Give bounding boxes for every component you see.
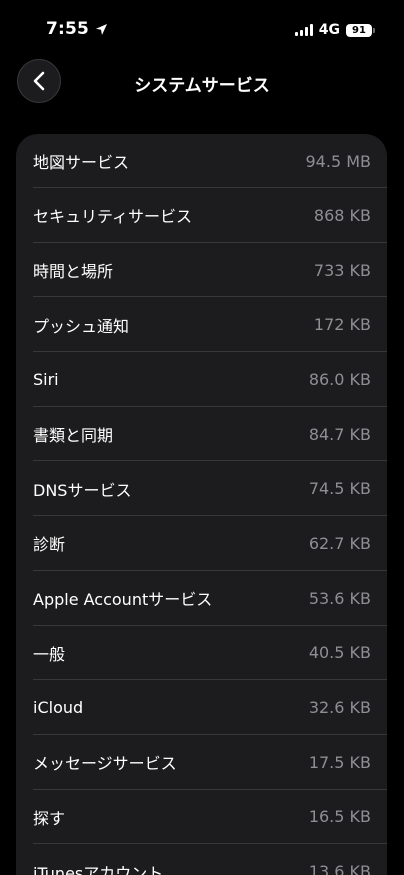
battery-icon: 91 [346,23,375,37]
battery-level: 91 [352,24,366,36]
list-item[interactable]: 地図サービス 94.5 MB [16,134,387,188]
service-name: iTunesアカウント [33,863,164,875]
service-size: 16.5 KB [308,807,371,827]
list-item[interactable]: Apple Accountサービス 53.6 KB [16,571,387,626]
cellular-signal-icon [294,24,313,36]
service-name: プッシュ通知 [33,316,130,336]
service-name: メッセージサービス [33,754,177,774]
service-size: 172 KB [313,315,371,335]
service-name: 診断 [33,535,66,555]
list-item[interactable]: プッシュ通知 172 KB [16,297,387,352]
service-name: 一般 [33,644,66,664]
status-indicators: 4G 91 [294,22,375,38]
service-list: 地図サービス 94.5 MB セキュリティサービス 868 KB 時間と場所 733 KB… [16,134,387,875]
service-size: 94.5 MB [305,151,372,171]
list-item[interactable]: DNSサービス 74.5 KB [16,461,387,516]
service-size: 868 KB [313,205,371,225]
network-type: 4G [318,22,340,38]
list-item[interactable]: 探す 16.5 KB [16,790,387,845]
status-time: 7:55 [46,19,90,39]
list-item[interactable]: セキュリティサービス 868 KB [16,188,387,243]
service-size: 40.5 KB [308,643,371,663]
screen: 7:55 4G 91 システムサービス 地図サービス 94.5 MB セキュリティサ… [0,0,404,875]
service-name: 時間と場所 [33,262,114,282]
list-item[interactable]: 診断 62.7 KB [16,516,387,571]
service-name: DNSサービス [33,480,132,500]
service-size: 53.6 KB [308,588,371,608]
service-name: 書類と同期 [33,426,114,446]
list-item[interactable]: Siri 86.0 KB [16,352,387,407]
service-size: 733 KB [313,260,371,280]
service-size: 74.5 KB [308,479,371,499]
list-item[interactable]: 書類と同期 84.7 KB [16,407,387,462]
service-size: 17.5 KB [308,752,371,772]
location-arrow-icon [96,23,108,35]
service-name: セキュリティサービス [33,207,193,227]
service-size: 86.0 KB [308,369,371,389]
list-item[interactable]: 時間と場所 733 KB [16,243,387,298]
list-item[interactable]: iTunesアカウント 13.6 KB [16,844,387,875]
service-name: 探す [33,808,66,828]
service-name: Apple Accountサービス [33,590,213,610]
list-item[interactable]: メッセージサービス 17.5 KB [16,735,387,790]
service-size: 62.7 KB [308,533,371,553]
status-time-group: 7:55 [46,19,108,39]
service-size: 13.6 KB [308,862,371,875]
page-title: システムサービス [134,76,270,96]
list-item[interactable]: 一般 40.5 KB [16,626,387,681]
list-item[interactable]: iCloud 32.6 KB [16,680,387,735]
service-name: Siri [33,369,59,389]
service-size: 84.7 KB [308,424,371,444]
service-size: 32.6 KB [308,698,371,718]
service-name: 地図サービス [33,153,130,172]
status-bar: 7:55 4G 91 [0,0,404,60]
service-name: iCloud [33,698,84,718]
